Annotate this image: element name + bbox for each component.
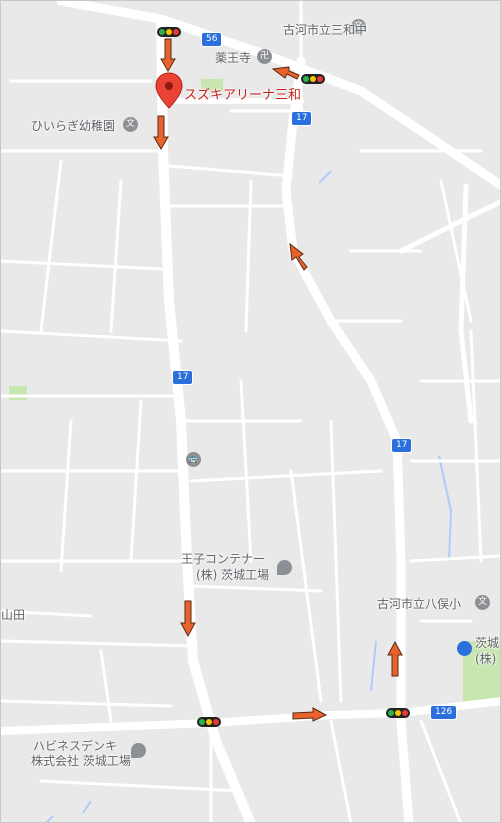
route-shield-17: 17 [172,370,194,385]
school-icon[interactable]: 文 [123,117,138,132]
route-shield-56: 56 [201,32,223,47]
label-oji-container-factory[interactable]: (株) 茨城工場 [196,568,269,582]
label-sanwa-junior-high[interactable]: 古河市立三和中 [283,23,367,37]
temple-icon[interactable]: 卍 [257,49,272,64]
route-shield-126: 126 [430,705,458,720]
route-shield-17: 17 [291,111,313,126]
traffic-light-icon [301,74,325,84]
label-habinesu-factory[interactable]: 株式会社 茨城工場 [31,754,131,768]
park-area [9,386,27,400]
label-oji-container[interactable]: 王子コンテナー [181,552,265,566]
traffic-light-icon [197,717,221,727]
label-habinesu-denki[interactable]: ハビネスデンキ [33,739,117,753]
shop-icon[interactable] [457,641,472,656]
map-canvas[interactable]: 56 17 17 17 126 文 卍 文 🚌 文 古河市立三和中 薬王寺 スズ… [0,0,501,823]
label-ibaraki[interactable]: 茨城 [475,636,499,650]
traffic-light-icon [157,27,181,37]
school-icon[interactable]: 文 [475,595,490,610]
traffic-light-icon [386,708,410,718]
label-suzuki-arena[interactable]: スズキアリーナ三和 [184,89,301,103]
label-ibaraki-kabu[interactable]: (株) [475,652,496,666]
label-yamata-elementary[interactable]: 古河市立八俣小 [377,597,461,611]
label-yamada[interactable]: 山田 [1,608,25,622]
route-shield-17: 17 [391,438,413,453]
label-hiiragi-kindergarten[interactable]: ひいらぎ幼稚園 [31,119,115,133]
place-marker-icon[interactable] [131,743,146,758]
label-yakuouji-temple[interactable]: 薬王寺 [215,51,251,65]
place-marker-icon[interactable] [277,560,292,575]
transit-icon[interactable]: 🚌 [186,452,201,467]
